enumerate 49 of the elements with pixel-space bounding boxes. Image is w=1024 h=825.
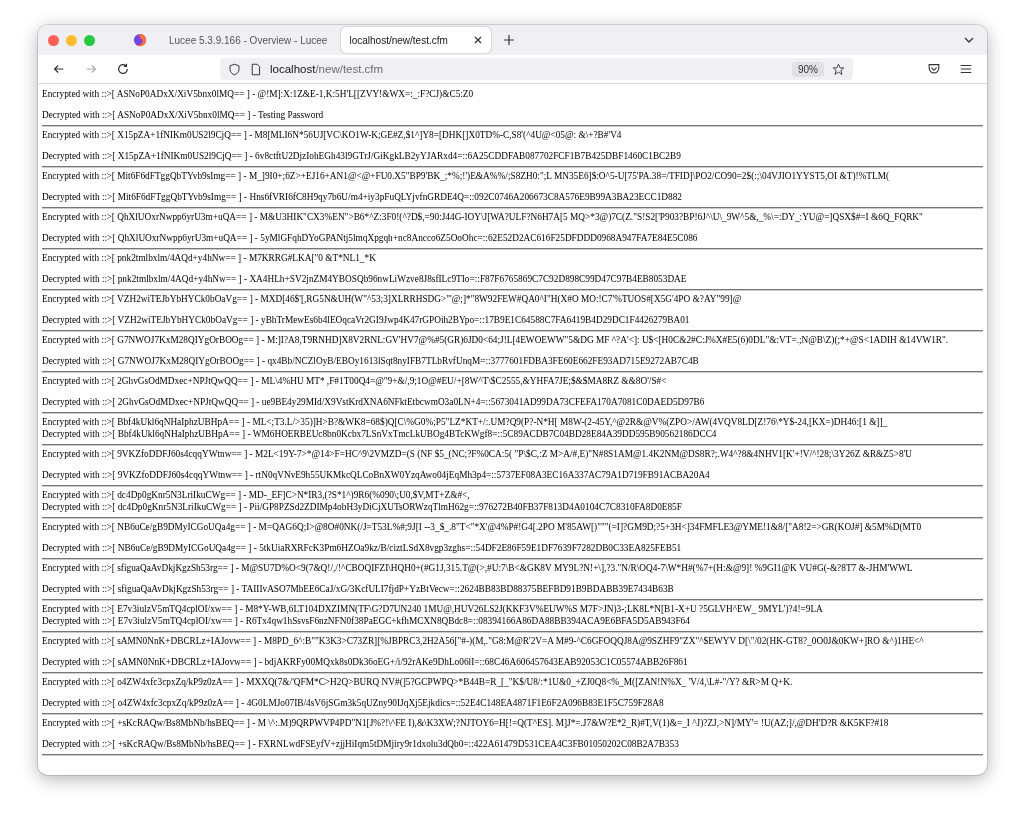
encrypted-line: Encrypted with ::>[ Mit6F6dFTggQbTYvb9sImg== ] - M_]9I0+;6Z>+EJ16+AN1@<@+FU0.X5"BP9'BK_;*%;!')E&A%%/;S8ZH0:";L MN35E6]$:O^5-U[75'PA.38=/TFID]\PO2/CO90=2$(:;\04VJIO1YYST5,OI &T)!%TLM(: [42, 171, 891, 182]
decrypted-line: Decrypted with ::>[ 2GhvGsOdMDxec+NPJtQwQQ== ] - ue9BE4y29MId/X9VstKrdXNA6NFktEtbcwmO3a0LN+4=::5673041AD99DA73CFEFA170A7081C0DAED5D97B6: [42, 397, 706, 408]
decrypted-line: Decrypted with ::>[ ASNoP0ADxX/XiV5bnx0lMQ== ] - Testing Password: [42, 110, 325, 121]
encrypted-line: Encrypted with ::>[ 9VKZfoDDFJ60s4cqqYWtnw== ] - M2L<19Y-7>*@14>F=HC^9\2VMZD=(S (NF $5_(NC;?F%0CA:5( "P\$C,:Z M>A/#,E)"N#8S1AM@1.4K2NM@DS8R?;.W4^?8&4NHV1[K'+!V/^!28;\3Y26Z &R&Z5>8'U: [42, 449, 913, 460]
decrypted-line: Decrypted with ::>[ pnk2tmlbxlm/4AQd+y4hNw== ] - XA4HLh+SV2jnZM4YBOSQb96nwLiWzve8J8sfILc9TIo=::F87F6765869C7C92D898C99D47C97B4EB8053DAE: [42, 274, 688, 285]
encrypted-line: Encrypted with ::>[ sfiguaQaAvDkjKgzSh53rg== ] - M@SU7D%O<9(7&Q!/,/!^CBOQIFZI\HQH0+(#G1J,315.T@(>,#U:7\B<&GK8V MY9L?N!+\],?3."N/R\OQ4-7\W*H#(%7+(H:&@9]! %9GI1@K VU#G(-&?8T7 &-JHM'WWL: [42, 563, 914, 574]
encrypted-line: Encrypted with ::>[ dc4Dp0gKnr5N3LriIkuCWg== ] - MD-_EF]C>N*IR3,(?S*1^)9R6(%090\;U0,$V,MT+Z&#<,: [42, 490, 471, 501]
encrypted-line: Encrypted with ::>[ VZH2wiTEJbYbHYCk0bOaVg== ] - MXD[46$'[,RG5N&UH(W"^53;3]XLRRHSDG>"'@;]*"8W92FEW#QA0^I"H(X#O MO:!C7'%TUOS#[X5G'4PO &?AY"99]@: [42, 294, 743, 305]
new-tab-icon[interactable]: [503, 34, 516, 46]
back-icon[interactable]: [52, 62, 66, 76]
menu-icon[interactable]: [959, 62, 973, 76]
shield-icon[interactable]: [228, 62, 241, 76]
url-text: localhost/new/test.cfm: [270, 63, 384, 75]
encrypted-line: Encrypted with ::>[ +sKcRAQw/Bs8MbNb/hsBEQ== ] - M \^:.M)9QRPWVP4PD"N1[J%?!\^FE I),&\K3XW;?NJTOY6=H[!=Q(T^ES]. M]J*=.J7&W?E*2_R)#T,V(1)&=_I ^J)?ZJ,>N]/MY'= !U(AZ;]/,@DH'D?R &K5KF?#18: [42, 718, 890, 729]
decrypted-line: Decrypted with ::>[ Mit6F6dFTggQbTYvb9sImg== ] - Hns6fVRI6fC8H9qy7b6U/m4+iy3pFuQLYjvfnGRDE4Q=::092C0746A206673C8A576E9B99A3BA23ECC1D882: [42, 192, 683, 203]
encrypted-line: Encrypted with ::>[ NB6uCe/gB9DMyICGoUQa4g== ] - M=QAG6Q;I>@8O#0NK(/J=T53L%#;9J[I --3_$_.8"T<"*X'@4%P#!G4[.2PO M'85AW[)"""(=I]?GM9D;?5+3H<]34FMFLE3@YME!1&8/["A8!2=>GR(KOJ#] &5M%D(MT0: [42, 522, 923, 533]
reload-icon[interactable]: [116, 62, 130, 76]
encrypted-line: Encrypted with ::>[ o4ZW4xfc3cpxZq/kP9z0zA== ] - MXXQ(7&/'QFM*C>H2Q>BURQ NV#(]5?GCPWPQ>*B44B=R_[_"K$/U8/:*1U&0_+ZJ0Q8<%_M([ZAN!N%X_ 'V/4,\L#-"/Y? &R>M Q+K.: [42, 677, 794, 688]
encrypted-line: Encrypted with ::>[ Bbf4kUkl6qNHaIphzUBHpA== ] - ML<;T3.L/>35)]H>B?&WK8=68$)Q[C\%G0%;P5"LZ*KT+/:.UM?Q9(P?-N*H[ M8W-(2-45Y,^@2R&@V%(ZPO>/AW(4VQV8LD[Z!76\*Y$-24,[KX=)DH46:[1 &]]_: [42, 417, 889, 428]
encrypted-line: Encrypted with ::>[ sAMN0NnK+DBCRLz+IAJovw== ] - M8PD_6^:B""K3K3>C73ZR][%JBPRC3,2H2A56["#-)(M,."G8:M@R'2V=A M#9-^C6GFOQQJ8A@9SZHF9"ZX"^$EWYV D[\"/02(HK-GT8?_0O0J&0KW+]RO &^)1HE<^: [42, 636, 925, 647]
encrypted-line: Encrypted with ::>[ ASNoP0ADxX/XiV5bnx0lMQ== ] - @!M]:X:1Z&E-1,K:5H'L[[ZVY!&WX=:_:F?CJ)&C5:Z0: [42, 89, 475, 100]
decrypted-line: Decrypted with ::>[ +sKcRAQw/Bs8MbNb/hsBEQ== ] - FXRNLwdFSEyfV+zjjHiIqm5tDMjiry9r1dxolu3dQb0=::422A61479D531CEA4C3FB01050202C08B2A7B353: [42, 739, 680, 750]
address-bar[interactable]: localhost/new/test.cfm 90%: [220, 58, 853, 80]
encrypted-line: Encrypted with ::>[ QhXlUOxrNwpp6yrU3m+uQA== ] - M&U3HIK"CX3%EN">B6*^Z:3F0!(^?D$,=90:J44G-IOY\J[WA?ULF?N6H7A[5 MQ>*3@)7C(Z."S!S2['P903?BP!6J^\U\_9W^5&,_%\=:DY_:YU@=]QSX$#=I &6Q_FQRK": [42, 212, 924, 223]
decrypted-line: Decrypted with ::>[ X15pZA+1fNIKm0US2l9CjQ== ] - 6v8ctftU2DjzIohEGh43l9GTrJ/GiKgkLB2yYJARxd4=::6A25CDDFAB087702FCF1B7B425DBF1460C1BC2B9: [42, 151, 682, 162]
decrypted-line: Decrypted with ::>[ o4ZW4xfc3cpxZq/kP9z0zA== ] - 4G0LMJo07IB/4sV6jSGm3k5qUZny90IJqXj5Ejkdics=::52E4C148EA4871F1E6F2A096B83E1F5C759F28A8: [42, 698, 665, 709]
decrypted-line: Decrypted with ::>[ VZH2wiTEJbYbHYCk0bOaVg== ] - yBhTrMewEs6b4lEOqcaVr2GI9Jwp4K47rGPOih2BYpo=::17B9E1C64588C7FA6419B4D29DC1F4426279BA01: [42, 315, 691, 326]
encrypted-line: Encrypted with ::>[ G7NWOJ7KxM28QIYgOrBOOg== ] - M:]I?A8,T9RNHD]X8V2RNL:GV'HV7@%#5(GR)6JD0<64;J!L[4EWOEWW"5&DG MF ^?A'<]: U$<[H0C&2#C:J%X#E5(6)0DL"&:VT=.;N@B\Z)(;*+@S<1ADIH &14VW1R".: [42, 335, 950, 346]
decrypted-line: Decrypted with ::>[ sAMN0NnK+DBCRLz+IAJovw== ] - bdjAKRFy00MQxk8s0Dk36oEG+/i/92rAKe9DhLo06lI=::68C46A606457643EAB92053C1C05574ABB26F861: [42, 657, 689, 668]
browser-logo-icon: [133, 33, 147, 47]
page-icon[interactable]: [249, 62, 262, 76]
decrypted-line: Decrypted with ::>[ G7NWOJ7KxM28QIYgOrBOOg== ] - qx4Bb/NCZlOyB/EBOy1613lSqt8nyIFB7TLbRvfUnqM=::3777601FDBA3FE60E662FE93AD715E9272AB7C4B: [42, 356, 700, 367]
decrypted-line: Decrypted with ::>[ QhXlUOxrNwpp6yrU3m+uQA== ] - 5yMlGFqhDYoGPANtj5lmqXpgqh+nc8Ancco6Z5OoOhc=::62E52D2AC616F25DFDDD0968A947FA7E84E5C086: [42, 233, 699, 244]
encrypted-line: Encrypted with ::>[ E7v3iulzV5mTQ4cplOI/xw== ] - M8*Y-WB,6LT104DXZIMN(TF\G?D7UN240 1MU@,HUV26LS2J(KKF3V%EUW%S M7F>JN)3-;LK8L*N[B1-X+U ?5GLVH^EW_ 9MYL')?4!=9LA: [42, 604, 824, 615]
browser-tab[interactable]: localhost/new/test.cfm: [341, 27, 492, 53]
pocket-icon[interactable]: [927, 62, 941, 76]
decrypted-line: Decrypted with ::>[ dc4Dp0gKnr5N3LriIkuCWg== ] - Pii/GP8PZSd2ZDIMp4obH3yDiCjXUTsORWzqTlmH62g=::976272B40FB37F813D4A0104C7C8310FA8D0E85F: [42, 502, 683, 513]
encrypted-line: Encrypted with ::>[ 2GhvGsOdMDxec+NPJtQwQQ== ] - ML\4%HU MT* ,F#1T00Q4=@"9+&/,9;1O@#EU/+[8W^T\$C2555,&YHFA7JE;$&$MA8RZ &&8O'/S#<: [42, 376, 668, 387]
decrypted-line: Decrypted with ::>[ sfiguaQaAvDkjKgzSh53rg== ] - TAIIIvASO7MbEE6CaJ/xG/3KcfULI7fjdP+YzBtVecw=::2624BB83BD88375BEFBD91B9BDABB39E7434B63B: [42, 584, 675, 595]
decrypted-line: Decrypted with ::>[ NB6uCe/gB9DMyICGoUQa4g== ] - 5tkUiaRXRFcK3Pm6HZOa9kz/B/ciztLSdX8vgp3zghs=::54DF2E86F59E1DF7639F7282DB0C33EA825FEB51: [42, 543, 683, 554]
decrypted-line: Decrypted with ::>[ Bbf4kUkl6qNHaIphzUBHpA== ] - WM6HOERBEUc8bn0Kcbx7LSnVxTmcLkUBOg4BTcKWgf8=::5C89ACDB7C04BD28E84A39DD595B90562186DCC4: [42, 429, 718, 440]
encrypted-line: Encrypted with ::>[ X15pZA+1fNIKm0US2l9CjQ== ] - M8[MLI6N*56UJ[VC\KO1W-K;GE#Z,$1^]Y8=[DHK[]X0TD%-C,S8'(^4U@<05@: &\+?B#'V4: [42, 130, 623, 141]
zoom-badge[interactable]: 90%: [792, 61, 824, 77]
star-icon[interactable]: [832, 62, 845, 76]
decrypted-line: Decrypted with ::>[ E7v3iulzV5mTQ4cplOI/xw== ] - R6Tx4qw1hSsvsF6nzNFN0f38PaEGC+kfhMCXN8QBdc8=::08394166A86DA88BB394ACA9E6BFA5D5AB943F64: [42, 616, 691, 627]
decrypted-line: Decrypted with ::>[ 9VKZfoDDFJ60s4cqqYWtnw== ] - rtN0qVNvE9h55UKMkcQLCoBnXW0YzqAwo04jEqMh3p4=::5737EF08A3EC16A337AC79A1D719FB91ACBA20A4: [42, 470, 711, 481]
browser-tab[interactable]: Lucee 5.3.9.166 - Overview - Lucee: [161, 27, 336, 53]
encrypted-line: Encrypted with ::>[ pnk2tmlbxlm/4AQd+y4hNw== ] - M7KRRG#LKA["0 &T*NL1_*K: [42, 253, 377, 264]
close-icon[interactable]: [473, 35, 484, 45]
